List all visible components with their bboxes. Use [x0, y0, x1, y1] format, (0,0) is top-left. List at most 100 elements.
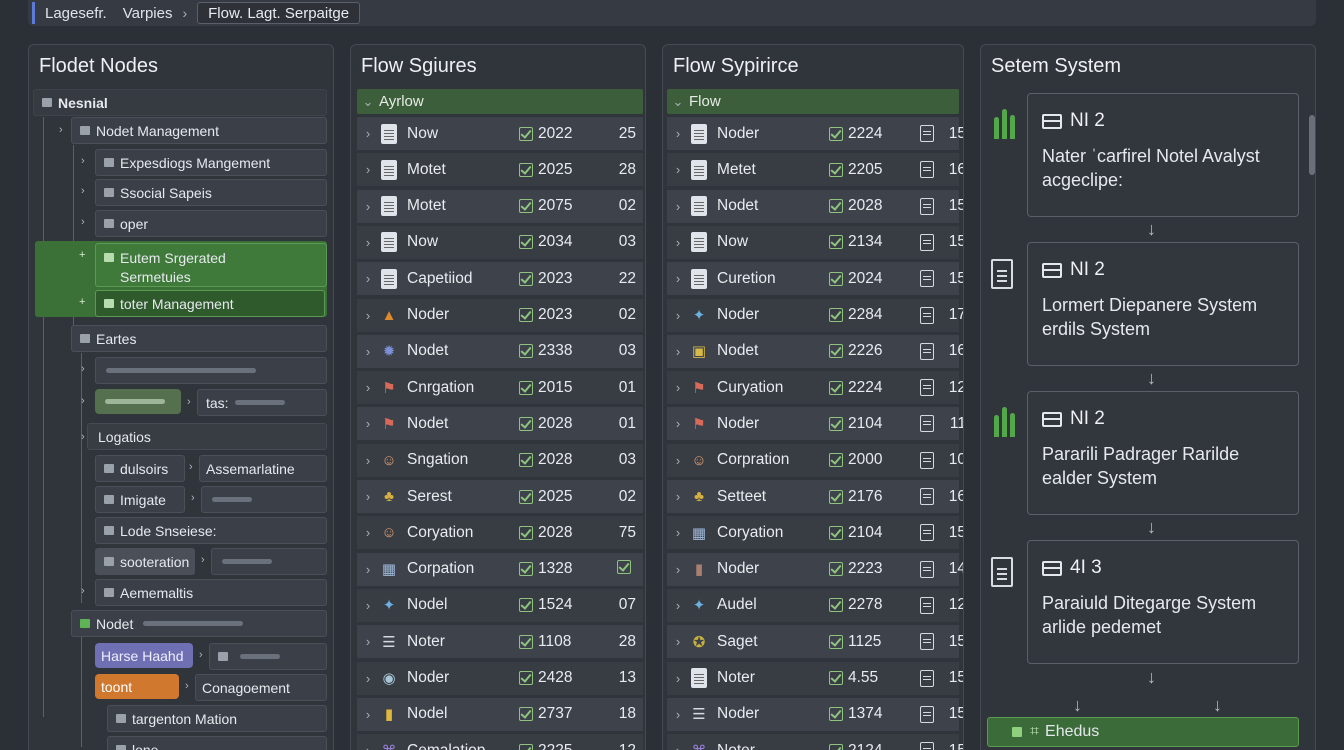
- flow-row[interactable]: ›☺ Corpration 2000 10: [667, 443, 963, 477]
- flow-row[interactable]: ›✪ Saget 1125 15: [667, 625, 963, 659]
- add-icon[interactable]: +: [79, 296, 85, 308]
- flow-row[interactable]: › ▮ Nodel 2737 18: [357, 697, 643, 731]
- checkbox[interactable]: [519, 598, 533, 613]
- add-icon[interactable]: +: [79, 249, 85, 261]
- checkbox[interactable]: [519, 562, 533, 577]
- checkbox[interactable]: [829, 416, 843, 431]
- flow-row[interactable]: › ⚑ Cnrgation 2015 01: [357, 371, 643, 405]
- chevron-right-icon[interactable]: ›: [667, 308, 689, 323]
- expand-icon[interactable]: ›: [201, 554, 205, 566]
- checkbox[interactable]: [519, 453, 533, 468]
- checkbox[interactable]: [829, 671, 843, 685]
- chevron-right-icon[interactable]: ›: [357, 489, 379, 504]
- expand-icon[interactable]: ›: [81, 216, 85, 228]
- tree-root[interactable]: Nesnial: [33, 89, 327, 116]
- tree-item[interactable]: Nodet: [71, 610, 327, 637]
- tree-item[interactable]: Aememaltis: [95, 579, 327, 606]
- chevron-right-icon[interactable]: ›: [357, 671, 379, 686]
- checkbox[interactable]: [829, 308, 843, 322]
- flow-row[interactable]: › ♣ Serest 2025 02: [357, 480, 643, 513]
- checkbox[interactable]: [829, 235, 843, 250]
- tree-item[interactable]: Conagoement: [195, 674, 327, 701]
- chevron-right-icon[interactable]: ›: [667, 199, 689, 214]
- chevron-right-icon[interactable]: ›: [667, 344, 689, 359]
- chevron-right-icon[interactable]: ›: [667, 743, 689, 750]
- tree-item[interactable]: tas:: [197, 389, 327, 416]
- checkbox[interactable]: [829, 707, 843, 722]
- flow-row[interactable]: ›⌘ Noter 2124 15: [667, 734, 963, 750]
- tree-item[interactable]: dulsoirs: [95, 455, 185, 482]
- scrollbar[interactable]: [1309, 115, 1315, 175]
- expand-icon[interactable]: ›: [81, 185, 85, 197]
- tree-item[interactable]: Ssocial Sapeis: [95, 179, 327, 206]
- system-card[interactable]: NI 2 Pararili Padrager Rarilde ealder Sy…: [1027, 391, 1299, 515]
- tree-item[interactable]: Lode Snseiese:: [95, 517, 327, 544]
- flow-row[interactable]: ›⌘ Cemalatiop 222512: [357, 734, 643, 750]
- breadcrumb-item[interactable]: Varpies: [123, 5, 173, 22]
- flow-row[interactable]: › ▦ Corpation 1328: [357, 552, 643, 586]
- checkbox[interactable]: [829, 453, 843, 468]
- tree-item[interactable]: oper: [95, 210, 327, 237]
- flow-row[interactable]: › Noter 4.55 15: [667, 661, 963, 695]
- checkbox[interactable]: [617, 559, 631, 574]
- group-header[interactable]: ⌄ Flow: [667, 89, 959, 114]
- chevron-right-icon[interactable]: ›: [667, 271, 689, 286]
- flow-row[interactable]: › ☺ Coryation 2028 75: [357, 516, 643, 550]
- flow-row[interactable]: ›⚑ Curyation 2224 12: [667, 371, 963, 405]
- tree-item[interactable]: Expesdiogs Mangement: [95, 149, 327, 176]
- chevron-right-icon[interactable]: ›: [667, 562, 689, 577]
- chevron-right-icon[interactable]: ›: [667, 671, 689, 686]
- expand-icon[interactable]: ›: [81, 431, 85, 443]
- expand-icon[interactable]: ›: [81, 155, 85, 167]
- chevron-right-icon[interactable]: ›: [357, 162, 379, 177]
- chevron-right-icon[interactable]: ›: [667, 162, 689, 177]
- checkbox[interactable]: [829, 525, 843, 540]
- tree-item-selected[interactable]: toter Management: [95, 290, 325, 317]
- chevron-right-icon[interactable]: ›: [357, 308, 379, 323]
- tree-item[interactable]: lone: [107, 736, 327, 750]
- checkbox[interactable]: [829, 126, 843, 141]
- flow-row[interactable]: › Nodet 2028 15: [667, 189, 963, 223]
- checkbox[interactable]: [519, 525, 533, 540]
- expand-icon[interactable]: ›: [81, 363, 85, 375]
- checkbox[interactable]: [519, 271, 533, 286]
- flow-row[interactable]: › ▲ Noder 2023 02: [357, 298, 643, 332]
- flow-row[interactable]: › Noder 2224 15: [667, 117, 963, 150]
- checkbox[interactable]: [519, 162, 533, 177]
- flow-row[interactable]: › Motet 2075 02: [357, 189, 643, 223]
- flow-row[interactable]: › Capetiiod 2023 22: [357, 262, 643, 296]
- chevron-right-icon[interactable]: ›: [357, 453, 379, 468]
- checkbox[interactable]: [519, 344, 533, 359]
- flow-row[interactable]: ›▦ Coryation 2104 15: [667, 516, 963, 550]
- flow-row[interactable]: › ♣ Setteet 2176 16: [667, 480, 963, 513]
- chevron-right-icon[interactable]: ›: [357, 707, 379, 722]
- tree-chip[interactable]: toont: [95, 674, 179, 699]
- chevron-right-icon[interactable]: ›: [357, 416, 379, 431]
- flow-row[interactable]: › Motet 2025 28: [357, 153, 643, 187]
- chevron-right-icon[interactable]: ›: [667, 453, 689, 468]
- tree-item[interactable]: Imigate: [95, 486, 185, 513]
- flow-row[interactable]: › ☰ Noter 1108 28: [357, 625, 643, 659]
- checkbox[interactable]: [519, 671, 533, 685]
- flow-row[interactable]: ›⚑ Noder 2104 11: [667, 407, 963, 441]
- tree-item-selected[interactable]: Eutem Srgerated Sermetuies: [95, 243, 327, 287]
- checkbox[interactable]: [829, 199, 843, 214]
- path-input[interactable]: Flow. Lagt. Serpaitge: [197, 2, 361, 24]
- chevron-right-icon[interactable]: ›: [667, 598, 689, 613]
- flow-row[interactable]: › ✹ Nodet 2338 03: [357, 334, 643, 368]
- checkbox[interactable]: [829, 743, 843, 750]
- checkbox[interactable]: [519, 380, 533, 395]
- flow-row[interactable]: › Metet 2205 16: [667, 153, 963, 187]
- chevron-right-icon[interactable]: ›: [357, 271, 379, 286]
- flow-row[interactable]: › ✦ Nodel 1524 07: [357, 588, 643, 622]
- expand-icon[interactable]: ›: [81, 585, 85, 597]
- flow-row[interactable]: › Now 2134 15: [667, 225, 963, 259]
- expand-icon[interactable]: ›: [59, 124, 63, 136]
- expand-icon[interactable]: ›: [185, 680, 189, 692]
- flow-row[interactable]: › ◉ Noder 2428 13: [357, 661, 643, 695]
- expand-icon[interactable]: ›: [189, 461, 193, 473]
- checkbox[interactable]: [519, 235, 533, 250]
- chevron-right-icon[interactable]: ›: [667, 380, 689, 395]
- flow-row[interactable]: › Curetion 2024 15: [667, 262, 963, 296]
- chevron-right-icon[interactable]: ›: [667, 707, 689, 722]
